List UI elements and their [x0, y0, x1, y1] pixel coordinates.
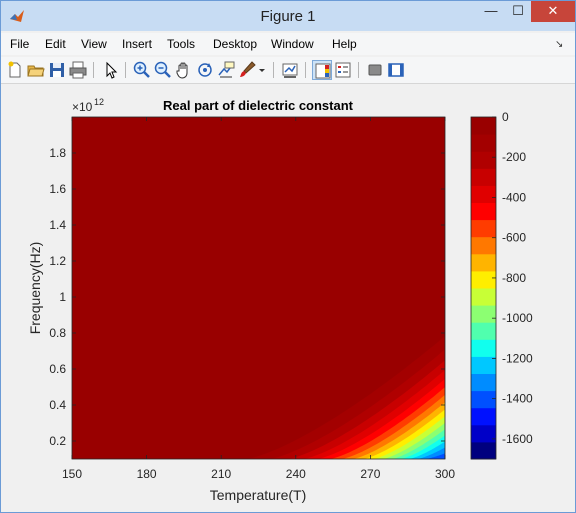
menu-bar: File Edit View Insert Tools Desktop Wind…: [1, 33, 575, 55]
colorbar-tick-label: -600: [502, 231, 526, 245]
menu-window[interactable]: Window: [271, 37, 314, 51]
y-tick-label: 1.2: [49, 254, 66, 268]
print-icon[interactable]: [68, 60, 88, 80]
colorbar-toggle-icon[interactable]: [312, 60, 332, 80]
y-axis-label: Frequency(Hz): [27, 242, 43, 335]
colorbar-swatch: [471, 356, 496, 374]
zoom-in-icon[interactable]: [132, 60, 152, 80]
legend-toggle-icon[interactable]: [333, 60, 353, 80]
y-tick-label: 1.4: [49, 218, 66, 232]
colorbar-swatch: [471, 168, 496, 186]
colorbar-tick-label: -800: [502, 271, 526, 285]
y-tick-label: 0.8: [49, 326, 66, 340]
toolbar-separator: [93, 62, 94, 78]
dock-arrow-icon[interactable]: ↘: [555, 39, 563, 50]
y-tick-label: 0.2: [49, 434, 66, 448]
y-tick-label: 0.6: [49, 362, 66, 376]
colorbar-swatch: [471, 390, 496, 409]
menu-view[interactable]: View: [81, 37, 107, 51]
open-file-icon[interactable]: [26, 60, 46, 80]
colorbar-swatch: [471, 202, 496, 221]
chart-title: Real part of dielectric constant: [163, 98, 354, 113]
colorbar-swatch: [471, 117, 496, 135]
menu-file[interactable]: File: [10, 37, 29, 51]
colorbar-tick-label: -1200: [502, 351, 533, 365]
x-axis-label: Temperature(T): [210, 487, 306, 503]
colorbar-swatch: [471, 185, 496, 203]
y-exponent-base: ×10: [72, 100, 93, 114]
data-cursor-icon[interactable]: [216, 60, 236, 80]
menu-desktop[interactable]: Desktop: [213, 37, 257, 51]
colorbar-tick-label: -400: [502, 190, 526, 204]
colorbar-swatch: [471, 322, 496, 340]
colorbar-swatch: [471, 288, 496, 306]
colorbar-swatch: [471, 407, 496, 426]
menu-tools[interactable]: Tools: [167, 37, 195, 51]
y-tick-label: 1.6: [49, 182, 66, 196]
zoom-out-icon[interactable]: [153, 60, 173, 80]
hide-plot-tools-icon[interactable]: [365, 60, 385, 80]
y-tick-label: 0.4: [49, 398, 66, 412]
x-tick-label: 210: [211, 467, 231, 481]
menu-insert[interactable]: Insert: [122, 37, 152, 51]
show-plot-tools-icon[interactable]: [386, 60, 406, 80]
y-exponent-power: 12: [94, 97, 104, 107]
x-tick-label: 270: [360, 467, 380, 481]
colorbar-tick-label: 0: [502, 110, 509, 124]
colorbar-swatch: [471, 373, 496, 392]
colorbar-swatch: [471, 151, 496, 169]
colorbar-swatch: [471, 219, 496, 238]
colorbar-swatch: [471, 441, 496, 460]
contour-chart: 150 180 210 240 270 300 0.2 0.4 0.6 0.8 1 1.2 1.4 1.…: [27, 97, 533, 503]
maximize-button[interactable]: ☐: [505, 1, 531, 22]
colorbar-swatch: [471, 253, 496, 272]
x-tick-label: 300: [435, 467, 455, 481]
figure-toolbar: [1, 57, 575, 84]
menu-edit[interactable]: Edit: [45, 37, 66, 51]
colorbar-swatch: [471, 236, 496, 255]
new-figure-icon[interactable]: [5, 60, 25, 80]
brush-dropdown-icon[interactable]: [257, 60, 267, 80]
save-icon[interactable]: [47, 60, 67, 80]
x-tick-label: 240: [286, 467, 306, 481]
toolbar-separator: [273, 62, 274, 78]
colorbar-swatch: [471, 339, 496, 357]
title-bar: Figure 1 — ☐ ✕: [1, 1, 575, 31]
colorbar-tick-label: -1400: [502, 392, 533, 406]
rotate-3d-icon[interactable]: [195, 60, 215, 80]
figure-canvas: 150 180 210 240 270 300 0.2 0.4 0.6 0.8 1 1.2 1.4 1.…: [8, 86, 568, 506]
toolbar-separator: [305, 62, 306, 78]
x-tick-label: 150: [62, 467, 82, 481]
minimize-button[interactable]: —: [477, 1, 505, 22]
colorbar-tick-label: -1000: [502, 311, 533, 325]
y-tick-label: 1: [59, 290, 66, 304]
toolbar-separator: [358, 62, 359, 78]
link-plot-icon[interactable]: [280, 60, 300, 80]
close-button[interactable]: ✕: [531, 1, 575, 22]
figure-window: Figure 1 — ☐ ✕ File Edit View Insert Too…: [0, 0, 576, 513]
colorbar-tick-label: -200: [502, 150, 526, 164]
y-tick-label: 1.8: [49, 146, 66, 160]
colorbar-swatch: [471, 134, 496, 152]
pan-hand-icon[interactable]: [174, 60, 194, 80]
menu-help[interactable]: Help: [332, 37, 357, 51]
colorbar-swatch: [471, 270, 496, 289]
colorbar-tick-label: -1600: [502, 432, 533, 446]
x-tick-label: 180: [137, 467, 157, 481]
edit-plot-arrow-icon[interactable]: [100, 60, 120, 80]
toolbar-separator: [125, 62, 126, 78]
brush-icon[interactable]: [237, 60, 257, 80]
colorbar-swatch: [471, 305, 496, 323]
colorbar-swatch: [471, 424, 496, 443]
